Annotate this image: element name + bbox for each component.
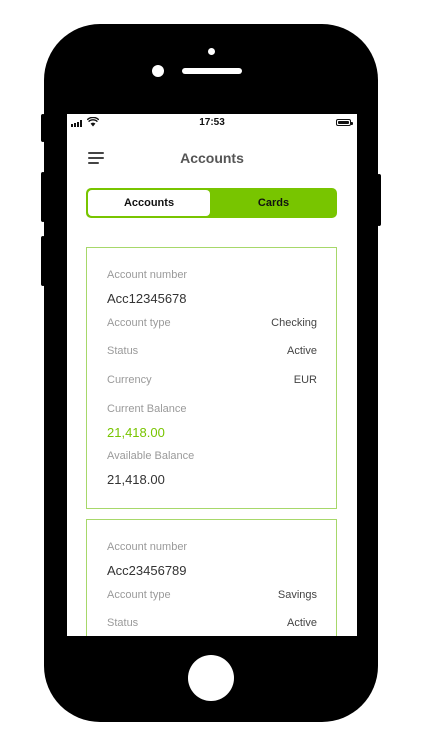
account-number-label: Account number — [107, 541, 188, 553]
account-number-value: Acc23456789 — [107, 563, 187, 578]
status-time: 17:53 — [199, 117, 225, 128]
page-title: Accounts — [180, 150, 244, 166]
account-card[interactable]: Account number Acc23456789 Account type … — [86, 519, 337, 636]
available-balance-label: Available Balance — [107, 450, 195, 462]
volume-up-button — [41, 172, 45, 222]
account-type-label: Account type — [107, 317, 171, 329]
current-balance-label: Current Balance — [107, 403, 187, 415]
account-number-value: Acc12345678 — [107, 291, 187, 306]
account-type-value: Checking — [271, 317, 317, 329]
account-type-value: Savings — [277, 589, 317, 601]
app-screen: 17:53 Accounts Accounts Cards Account nu… — [67, 114, 357, 636]
currency-label: Currency — [107, 374, 152, 386]
status-value: Active — [287, 617, 317, 629]
sensor-dot — [208, 48, 215, 55]
status-label: Status — [107, 345, 139, 357]
tab-switcher: Accounts Cards — [86, 188, 337, 218]
earpiece-speaker — [182, 68, 242, 74]
account-card[interactable]: Account number Acc12345678 Account type … — [86, 247, 337, 509]
account-number-label: Account number — [107, 269, 188, 281]
app-header: Accounts — [67, 144, 357, 174]
mute-switch — [41, 114, 45, 142]
home-button[interactable] — [188, 655, 234, 701]
tab-cards[interactable]: Cards — [212, 190, 335, 216]
status-label: Status — [107, 617, 139, 629]
battery-icon — [336, 119, 353, 126]
power-button — [377, 174, 381, 226]
account-type-label: Account type — [107, 589, 171, 601]
status-bar: 17:53 — [67, 114, 357, 132]
current-balance-value: 21,418.00 — [107, 425, 165, 440]
front-camera — [152, 65, 164, 77]
currency-value: EUR — [293, 374, 317, 386]
volume-down-button — [41, 236, 45, 286]
status-value: Active — [287, 345, 317, 357]
tab-accounts[interactable]: Accounts — [88, 190, 210, 216]
available-balance-value: 21,418.00 — [107, 472, 165, 487]
